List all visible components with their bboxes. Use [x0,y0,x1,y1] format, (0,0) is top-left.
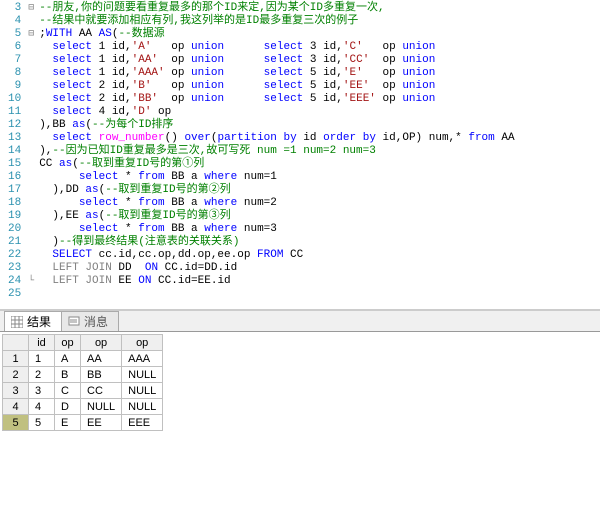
grid-row-header[interactable]: 5 [3,415,29,431]
grid-cell[interactable]: C [55,383,81,399]
tab-messages-label: 消息 [84,313,108,330]
grid-col-header[interactable]: id [29,335,55,351]
fold-gutter[interactable]: ⊟ ⊟ └ [25,0,37,305]
table-row[interactable]: 33CCCNULL [3,383,163,399]
grid-cell[interactable]: 3 [29,383,55,399]
grid-col-header[interactable]: op [122,335,163,351]
tab-results[interactable]: 结果 [4,311,62,331]
grid-cell[interactable]: CC [81,383,122,399]
grid-cell[interactable]: 5 [29,415,55,431]
grid-cell[interactable]: E [55,415,81,431]
grid-cell[interactable]: D [55,399,81,415]
table-row[interactable]: 22BBBNULL [3,367,163,383]
grid-col-header[interactable]: op [55,335,81,351]
table-row[interactable]: 55EEEEEE [3,415,163,431]
grid-cell[interactable]: NULL [122,383,163,399]
grid-header-row: idopopop [3,335,163,351]
grid-cell[interactable]: NULL [81,399,122,415]
grid-cell[interactable]: NULL [122,367,163,383]
grid-col-header[interactable]: op [81,335,122,351]
grid-row-header[interactable]: 4 [3,399,29,415]
message-icon [68,316,80,328]
tab-results-label: 结果 [27,313,51,330]
code-area[interactable]: --朋友,你的问题要看重复最多的那个ID来定,因为某个ID多重复一次,--结果中… [37,0,516,305]
line-number-gutter: 345678910111213141516171819202122232425 [0,0,25,305]
grid-cell[interactable]: 4 [29,399,55,415]
grid-row-header[interactable]: 3 [3,383,29,399]
grid-cell[interactable]: 2 [29,367,55,383]
grid-cell[interactable]: 1 [29,351,55,367]
result-tabs: 结果 消息 [0,310,600,332]
grid-cell[interactable]: AA [81,351,122,367]
grid-row-header[interactable]: 1 [3,351,29,367]
grid-cell[interactable]: A [55,351,81,367]
grid-corner[interactable] [3,335,29,351]
grid-cell[interactable]: B [55,367,81,383]
grid-cell[interactable]: NULL [122,399,163,415]
table-row[interactable]: 44DNULLNULL [3,399,163,415]
results-grid[interactable]: idopopop 11AAAAAA22BBBNULL33CCCNULL44DNU… [2,334,163,431]
grid-icon [11,316,23,328]
code-editor[interactable]: 345678910111213141516171819202122232425 … [0,0,600,310]
table-row[interactable]: 11AAAAAA [3,351,163,367]
grid-row-header[interactable]: 2 [3,367,29,383]
grid-cell[interactable]: EEE [122,415,163,431]
grid-cell[interactable]: AAA [122,351,163,367]
grid-cell[interactable]: EE [81,415,122,431]
tab-messages[interactable]: 消息 [61,311,119,331]
grid-cell[interactable]: BB [81,367,122,383]
